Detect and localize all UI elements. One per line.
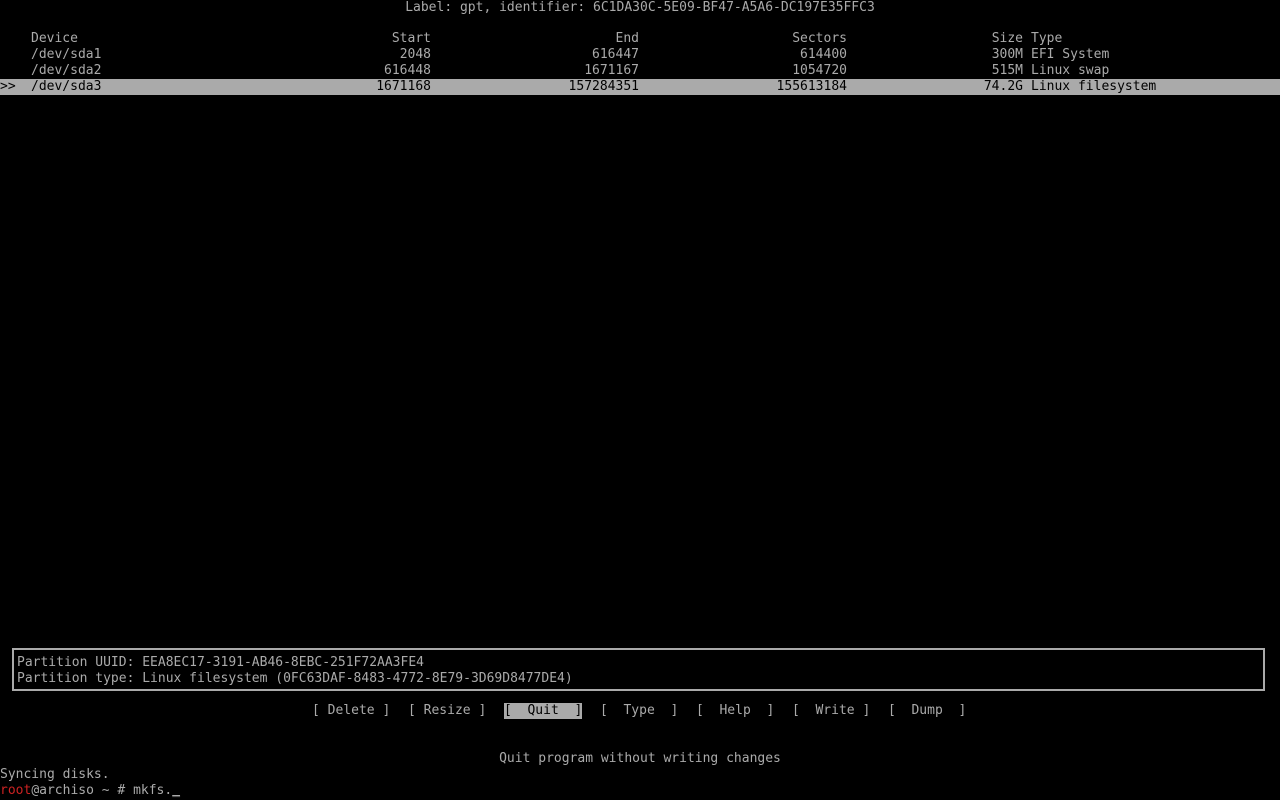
partition-end: 616447 — [592, 47, 639, 62]
type-button[interactable]: [ Type ] — [600, 703, 678, 719]
column-start-header: Start — [391, 31, 431, 46]
resize-button[interactable]: [ Resize ] — [408, 703, 486, 719]
partition-size: 300M — [991, 47, 1023, 62]
partition-start: 616448 — [384, 63, 431, 78]
partition-device: /dev/sda3 — [31, 79, 102, 94]
column-type-header: Type — [1031, 31, 1063, 46]
partition-end: 157284351 — [568, 79, 639, 94]
partition-row-sda3[interactable]: >> /dev/sda3 1671168 157284351 155613184… — [0, 79, 1280, 95]
partition-type: EFI System — [1031, 47, 1110, 62]
column-sectors-header: Sectors — [792, 31, 847, 46]
partition-end: 1671167 — [584, 63, 639, 78]
partition-size: 515M — [991, 63, 1023, 78]
partition-type: Linux swap — [1031, 63, 1110, 78]
help-button[interactable]: [ Help ] — [696, 703, 774, 719]
quit-button[interactable]: [ Quit ] — [504, 703, 583, 719]
partition-sectors: 155613184 — [776, 79, 847, 94]
column-device-header: Device — [31, 31, 78, 46]
prompt-host: @archiso ~ # — [31, 783, 134, 798]
partition-uuid: Partition UUID: EEA8EC17-3191-AB46-8EBC-… — [17, 655, 424, 670]
column-end-header: End — [615, 31, 639, 46]
terminal-cursor: _ — [172, 783, 181, 798]
dump-button[interactable]: [ Dump ] — [888, 703, 966, 719]
column-size-header: Size — [991, 31, 1023, 46]
table-header: Device Start End Sectors Size Type — [0, 31, 1280, 47]
partition-device: /dev/sda1 — [31, 47, 102, 62]
partition-sectors: 1054720 — [792, 63, 847, 78]
partition-row-sda1[interactable]: /dev/sda1 2048 616447 614400 300M EFI Sy… — [0, 47, 1280, 63]
partition-device: /dev/sda2 — [31, 63, 102, 78]
prompt-user: root — [0, 783, 32, 798]
disk-label: Label: gpt, identifier: 6C1DA30C-5E09-BF… — [405, 0, 875, 15]
shell-prompt-line[interactable]: root@archiso ~ # mkfs._ — [0, 783, 180, 799]
partition-start: 2048 — [399, 47, 431, 62]
partition-type: Linux filesystem — [1031, 79, 1157, 94]
delete-button[interactable]: [ Delete ] — [312, 703, 390, 719]
partition-start: 1671168 — [376, 79, 431, 94]
write-button[interactable]: [ Write ] — [792, 703, 870, 719]
partition-row-sda2[interactable]: /dev/sda2 616448 1671167 1054720 515M Li… — [0, 63, 1280, 79]
partition-size: 74.2G — [983, 79, 1023, 94]
console-syncing-message: Syncing disks. — [0, 767, 110, 782]
action-hint: Quit program without writing changes — [499, 751, 781, 766]
partition-info-box: Partition UUID: EEA8EC17-3191-AB46-8EBC-… — [12, 648, 1265, 691]
partition-sectors: 614400 — [800, 47, 847, 62]
partition-type-info: Partition type: Linux filesystem (0FC63D… — [17, 671, 573, 686]
shell-command-input[interactable]: mkfs. — [133, 783, 172, 798]
selection-marker: >> — [0, 79, 16, 94]
